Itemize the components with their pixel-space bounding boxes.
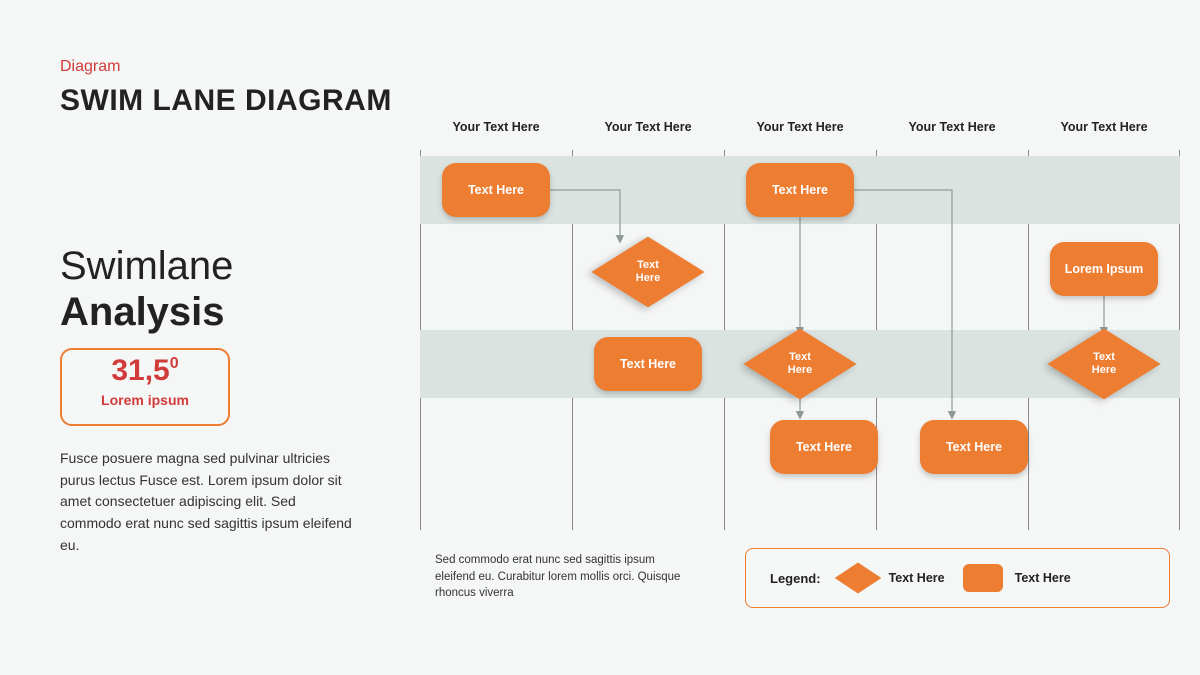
decision-label: TextHere — [1050, 334, 1158, 394]
page-title: SWIM LANE DIAGRAM — [60, 84, 392, 118]
decision-label: TextHere — [594, 242, 702, 302]
swimlane-canvas: Your Text Here Your Text Here Your Text … — [420, 120, 1180, 530]
decision-label: TextHere — [746, 334, 854, 394]
metric-value: 31,50 — [62, 356, 228, 386]
process-box: Text Here — [770, 420, 878, 474]
decision-diamond: TextHere — [1050, 334, 1158, 394]
footer-note: Sed commodo erat nunc sed sagittis ipsum… — [435, 552, 695, 602]
legend-diamond-label: Text Here — [889, 571, 945, 585]
process-box: Text Here — [594, 337, 702, 391]
decision-diamond: TextHere — [746, 334, 854, 394]
rect-icon — [963, 564, 1003, 592]
category-label: Diagram — [60, 58, 120, 76]
process-box: Text Here — [746, 163, 854, 217]
sidebar-heading-2: Analysis — [60, 290, 225, 335]
legend-item-diamond: Text Here — [839, 567, 945, 589]
metric-card: 31,50 Lorem ipsum — [60, 348, 230, 426]
sidebar-heading-1: Swimlane — [60, 244, 233, 289]
legend-title: Legend: — [770, 571, 821, 586]
metric-exponent: 0 — [170, 355, 179, 372]
diamond-icon — [834, 562, 881, 593]
legend-item-rect: Text Here — [963, 564, 1071, 592]
process-box: Text Here — [442, 163, 550, 217]
legend-rect-label: Text Here — [1015, 571, 1071, 585]
decision-diamond: TextHere — [594, 242, 702, 302]
legend-box: Legend: Text Here Text Here — [745, 548, 1170, 608]
metric-caption: Lorem ipsum — [62, 392, 228, 408]
process-box: Text Here — [920, 420, 1028, 474]
sidebar-body-text: Fusce posuere magna sed pulvinar ultrici… — [60, 448, 360, 556]
metric-number: 31,5 — [111, 354, 169, 387]
process-box: Lorem Ipsum — [1050, 242, 1158, 296]
